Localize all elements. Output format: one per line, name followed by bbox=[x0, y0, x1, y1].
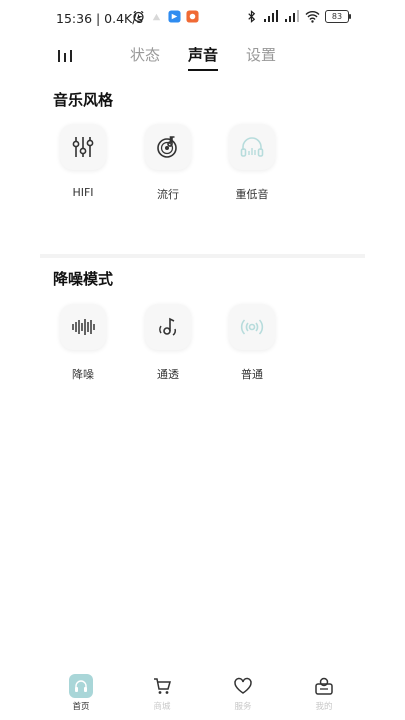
hifi-tile[interactable] bbox=[60, 124, 106, 170]
tab-settings[interactable]: 设置 bbox=[246, 44, 276, 65]
signal-bars-icon bbox=[264, 10, 278, 22]
nav-service-label: 服务 bbox=[234, 702, 252, 712]
heart-icon bbox=[234, 677, 252, 694]
nav-service[interactable]: 服务 bbox=[218, 674, 268, 712]
normal-tile[interactable] bbox=[229, 304, 275, 350]
tab-bar: 状态 声音 设置 bbox=[130, 44, 276, 71]
music-style-title: 音乐风格 bbox=[53, 91, 114, 109]
tab-sound[interactable]: 声音 bbox=[188, 44, 219, 71]
blue-app-icon bbox=[168, 10, 181, 23]
nav-mall-label: 商城 bbox=[153, 702, 171, 712]
nav-profile-label: 我的 bbox=[315, 702, 333, 712]
profile-icon bbox=[315, 677, 333, 695]
headphone-bass-icon bbox=[240, 137, 264, 157]
noise-mode-title: 降噪模式 bbox=[53, 270, 114, 288]
bass-tile[interactable] bbox=[229, 124, 275, 170]
pop-tile[interactable] bbox=[145, 124, 191, 170]
hifi-label: HIFI bbox=[72, 186, 94, 199]
nav-mall[interactable]: 商城 bbox=[137, 674, 187, 712]
transparent-label: 通透 bbox=[157, 368, 179, 381]
waveform-icon bbox=[72, 319, 95, 335]
nav-profile[interactable]: 我的 bbox=[299, 674, 349, 712]
home-headphone-icon bbox=[69, 674, 93, 698]
menu-icon[interactable] bbox=[56, 47, 74, 65]
style-hifi-button[interactable]: HIFI bbox=[51, 124, 115, 199]
orange-app-icon bbox=[186, 10, 199, 23]
wifi-icon bbox=[305, 11, 320, 23]
signal-bars-2-icon bbox=[285, 10, 299, 22]
bottom-nav: 首页 商城 服务 我的 bbox=[0, 670, 405, 720]
mode-anc-button[interactable]: 降噪 bbox=[51, 304, 115, 382]
ambient-note-icon bbox=[159, 317, 177, 336]
vinyl-note-icon bbox=[157, 136, 177, 158]
battery-icon: 83 bbox=[325, 10, 351, 23]
normal-label: 普通 bbox=[241, 368, 263, 381]
bluetooth-icon bbox=[248, 10, 256, 23]
anc-tile[interactable] bbox=[60, 304, 106, 350]
transparent-tile[interactable] bbox=[145, 304, 191, 350]
triangle-icon bbox=[152, 13, 161, 21]
status-left-icons bbox=[132, 10, 199, 23]
mode-transparent-button[interactable]: 通透 bbox=[136, 304, 200, 382]
bass-label: 重低音 bbox=[235, 188, 269, 201]
signal-icon bbox=[240, 319, 264, 335]
nav-home[interactable]: 首页 bbox=[56, 674, 106, 712]
anc-label: 降噪 bbox=[72, 368, 94, 381]
status-right-icons: 83 bbox=[245, 10, 351, 23]
status-bar: 15:36 | 0.4K/s 83 bbox=[0, 0, 405, 36]
mode-normal-button[interactable]: 普通 bbox=[220, 304, 284, 382]
nav-home-label: 首页 bbox=[72, 702, 90, 712]
equalizer-icon bbox=[72, 137, 94, 157]
top-bar: 状态 声音 设置 bbox=[0, 40, 405, 76]
alarm-icon bbox=[133, 10, 144, 23]
pop-label: 流行 bbox=[157, 188, 179, 201]
section-divider bbox=[40, 254, 365, 258]
style-bass-button[interactable]: 重低音 bbox=[220, 124, 284, 202]
style-pop-button[interactable]: 流行 bbox=[136, 124, 200, 202]
status-time: 15:36 | 0.4K/s bbox=[56, 11, 143, 26]
tab-status[interactable]: 状态 bbox=[130, 44, 160, 65]
cart-icon bbox=[154, 678, 171, 694]
